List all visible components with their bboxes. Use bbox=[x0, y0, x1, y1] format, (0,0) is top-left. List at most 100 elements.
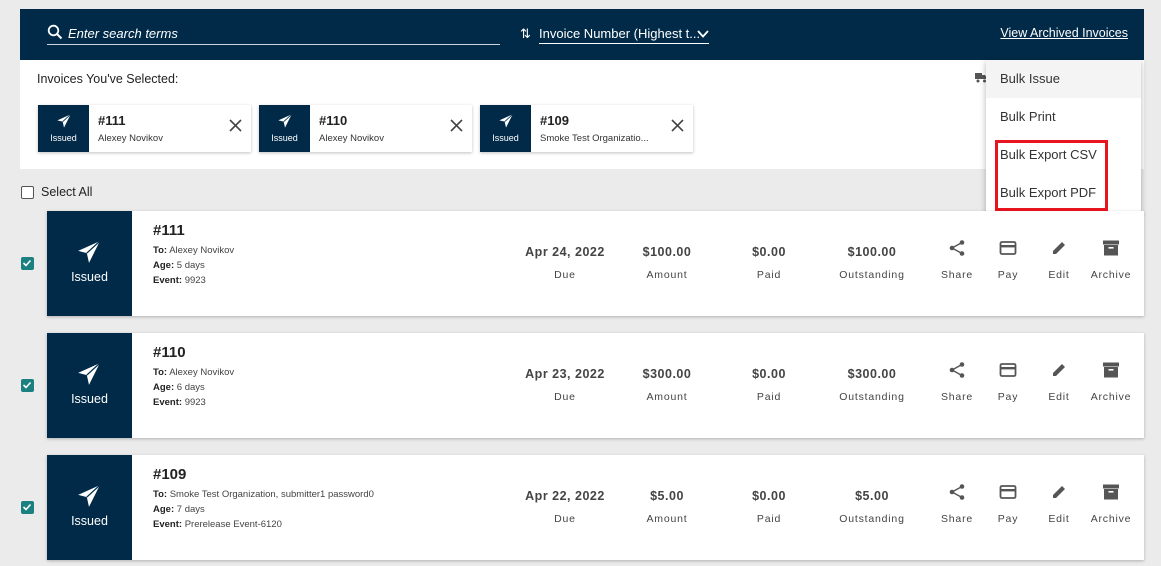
share-label: Share bbox=[940, 391, 974, 403]
paid-column: $0.00 Paid bbox=[737, 367, 801, 403]
share-icon bbox=[949, 484, 965, 500]
paid-label: Paid bbox=[756, 513, 782, 525]
event-value: 9923 bbox=[184, 397, 206, 408]
chip-status-badge: Issued bbox=[259, 105, 310, 152]
pay-button[interactable]: Pay bbox=[991, 483, 1025, 525]
invoice-card[interactable]: Issued #111 To: Alexey Novikov Age: 5 da… bbox=[47, 211, 1144, 316]
pencil-icon bbox=[1053, 486, 1065, 498]
archive-label: Archive bbox=[1090, 391, 1132, 403]
paper-plane-icon bbox=[57, 114, 71, 128]
outstanding-value: $100.00 bbox=[847, 245, 897, 259]
archive-button[interactable]: Archive bbox=[1087, 239, 1135, 281]
paid-label: Paid bbox=[756, 391, 782, 403]
menu-item-bulk-issue[interactable]: Bulk Issue bbox=[986, 60, 1141, 98]
edit-button[interactable]: Edit bbox=[1042, 361, 1076, 403]
close-icon[interactable] bbox=[450, 119, 463, 132]
row-checkbox[interactable] bbox=[21, 257, 34, 270]
archive-box-icon bbox=[1103, 240, 1119, 256]
due-value: Apr 23, 2022 bbox=[525, 367, 605, 381]
due-label: Due bbox=[554, 269, 576, 281]
due-label: Due bbox=[554, 513, 576, 525]
check-icon bbox=[22, 503, 32, 511]
pencil-icon bbox=[1053, 242, 1065, 254]
status-badge: Issued bbox=[47, 333, 132, 438]
archive-button[interactable]: Archive bbox=[1087, 361, 1135, 403]
sort-select[interactable]: ⇅ Invoice Number (Highest t... bbox=[520, 25, 710, 45]
to-value: Alexey Novikov bbox=[169, 245, 235, 256]
menu-item-bulk-print[interactable]: Bulk Print bbox=[986, 98, 1141, 136]
toolbar: ⇅ Invoice Number (Highest t... View Arch… bbox=[20, 9, 1144, 60]
paid-value: $0.00 bbox=[752, 489, 786, 503]
card-icon bbox=[999, 241, 1017, 255]
chip-number: #111 bbox=[98, 113, 126, 128]
outstanding-label: Outstanding bbox=[839, 513, 905, 525]
card-icon bbox=[999, 485, 1017, 499]
invoice-to: To: Alexey Novikov bbox=[153, 245, 234, 256]
amount-label: Amount bbox=[646, 513, 688, 525]
card-icon bbox=[999, 363, 1017, 377]
pay-button[interactable]: Pay bbox=[991, 239, 1025, 281]
edit-label: Edit bbox=[1048, 513, 1070, 525]
search-input[interactable] bbox=[68, 23, 498, 43]
amount-column: $300.00 Amount bbox=[632, 367, 702, 403]
share-label: Share bbox=[940, 513, 974, 525]
outstanding-column: $300.00 Outstanding bbox=[831, 367, 913, 403]
share-button[interactable]: Share bbox=[937, 239, 977, 281]
paid-column: $0.00 Paid bbox=[737, 489, 801, 525]
chip-status-label: Issued bbox=[492, 133, 519, 143]
invoice-card[interactable]: Issued #110 To: Alexey Novikov Age: 6 da… bbox=[47, 333, 1144, 438]
edit-button[interactable]: Edit bbox=[1042, 483, 1076, 525]
outstanding-value: $5.00 bbox=[855, 489, 889, 503]
edit-button[interactable]: Edit bbox=[1042, 239, 1076, 281]
invoice-age: Age: 7 days bbox=[153, 504, 205, 515]
share-icon bbox=[949, 240, 965, 256]
due-value: Apr 24, 2022 bbox=[525, 245, 605, 259]
search-box[interactable] bbox=[47, 23, 500, 45]
invoice-number: #111 bbox=[153, 222, 185, 239]
to-label: To: bbox=[153, 245, 168, 256]
view-archived-invoices-link[interactable]: View Archived Invoices bbox=[1000, 26, 1128, 40]
close-icon[interactable] bbox=[229, 119, 242, 132]
amount-label: Amount bbox=[646, 269, 688, 281]
to-value: Alexey Novikov bbox=[169, 367, 235, 378]
invoice-age: Age: 5 days bbox=[153, 260, 205, 271]
due-column: Apr 22, 2022 Due bbox=[517, 489, 613, 525]
menu-item-bulk-export-pdf[interactable]: Bulk Export PDF bbox=[986, 174, 1141, 212]
selected-invoices-title: Invoices You've Selected: bbox=[37, 72, 179, 86]
chip-number: #109 bbox=[540, 113, 569, 128]
pay-button[interactable]: Pay bbox=[991, 361, 1025, 403]
invoice-card[interactable]: Issued #109 To: Smoke Test Organization,… bbox=[47, 455, 1144, 560]
row-checkbox[interactable] bbox=[21, 501, 34, 514]
age-label: Age: bbox=[153, 382, 175, 393]
age-label: Age: bbox=[153, 260, 175, 271]
amount-column: $100.00 Amount bbox=[632, 245, 702, 281]
share-button[interactable]: Share bbox=[937, 361, 977, 403]
share-label: Share bbox=[940, 269, 974, 281]
row-checkbox[interactable] bbox=[21, 379, 34, 392]
invoice-to: To: Smoke Test Organization, submitter1 … bbox=[153, 489, 374, 500]
select-all-label: Select All bbox=[41, 185, 93, 199]
event-value: Prerelease Event-6120 bbox=[184, 519, 282, 530]
share-button[interactable]: Share bbox=[937, 483, 977, 525]
edit-label: Edit bbox=[1048, 391, 1070, 403]
event-label: Event: bbox=[153, 519, 183, 530]
event-label: Event: bbox=[153, 275, 183, 286]
chevron-down-icon bbox=[697, 30, 709, 38]
invoice-age: Age: 6 days bbox=[153, 382, 205, 393]
amount-label: Amount bbox=[646, 391, 688, 403]
menu-item-bulk-export-csv[interactable]: Bulk Export CSV bbox=[986, 136, 1141, 174]
chip-name: Smoke Test Organizatio... bbox=[540, 133, 649, 144]
invoice-number: #109 bbox=[153, 466, 187, 483]
select-all-checkbox[interactable] bbox=[21, 186, 34, 199]
close-icon[interactable] bbox=[671, 119, 684, 132]
archive-button[interactable]: Archive bbox=[1087, 483, 1135, 525]
amount-value: $5.00 bbox=[650, 489, 684, 503]
to-label: To: bbox=[153, 367, 168, 378]
paper-plane-icon bbox=[78, 240, 101, 263]
status-label: Issued bbox=[71, 392, 108, 406]
chip-status-badge: Issued bbox=[38, 105, 89, 152]
due-label: Due bbox=[554, 391, 576, 403]
status-label: Issued bbox=[71, 514, 108, 528]
status-badge: Issued bbox=[47, 455, 132, 560]
due-column: Apr 24, 2022 Due bbox=[517, 245, 613, 281]
